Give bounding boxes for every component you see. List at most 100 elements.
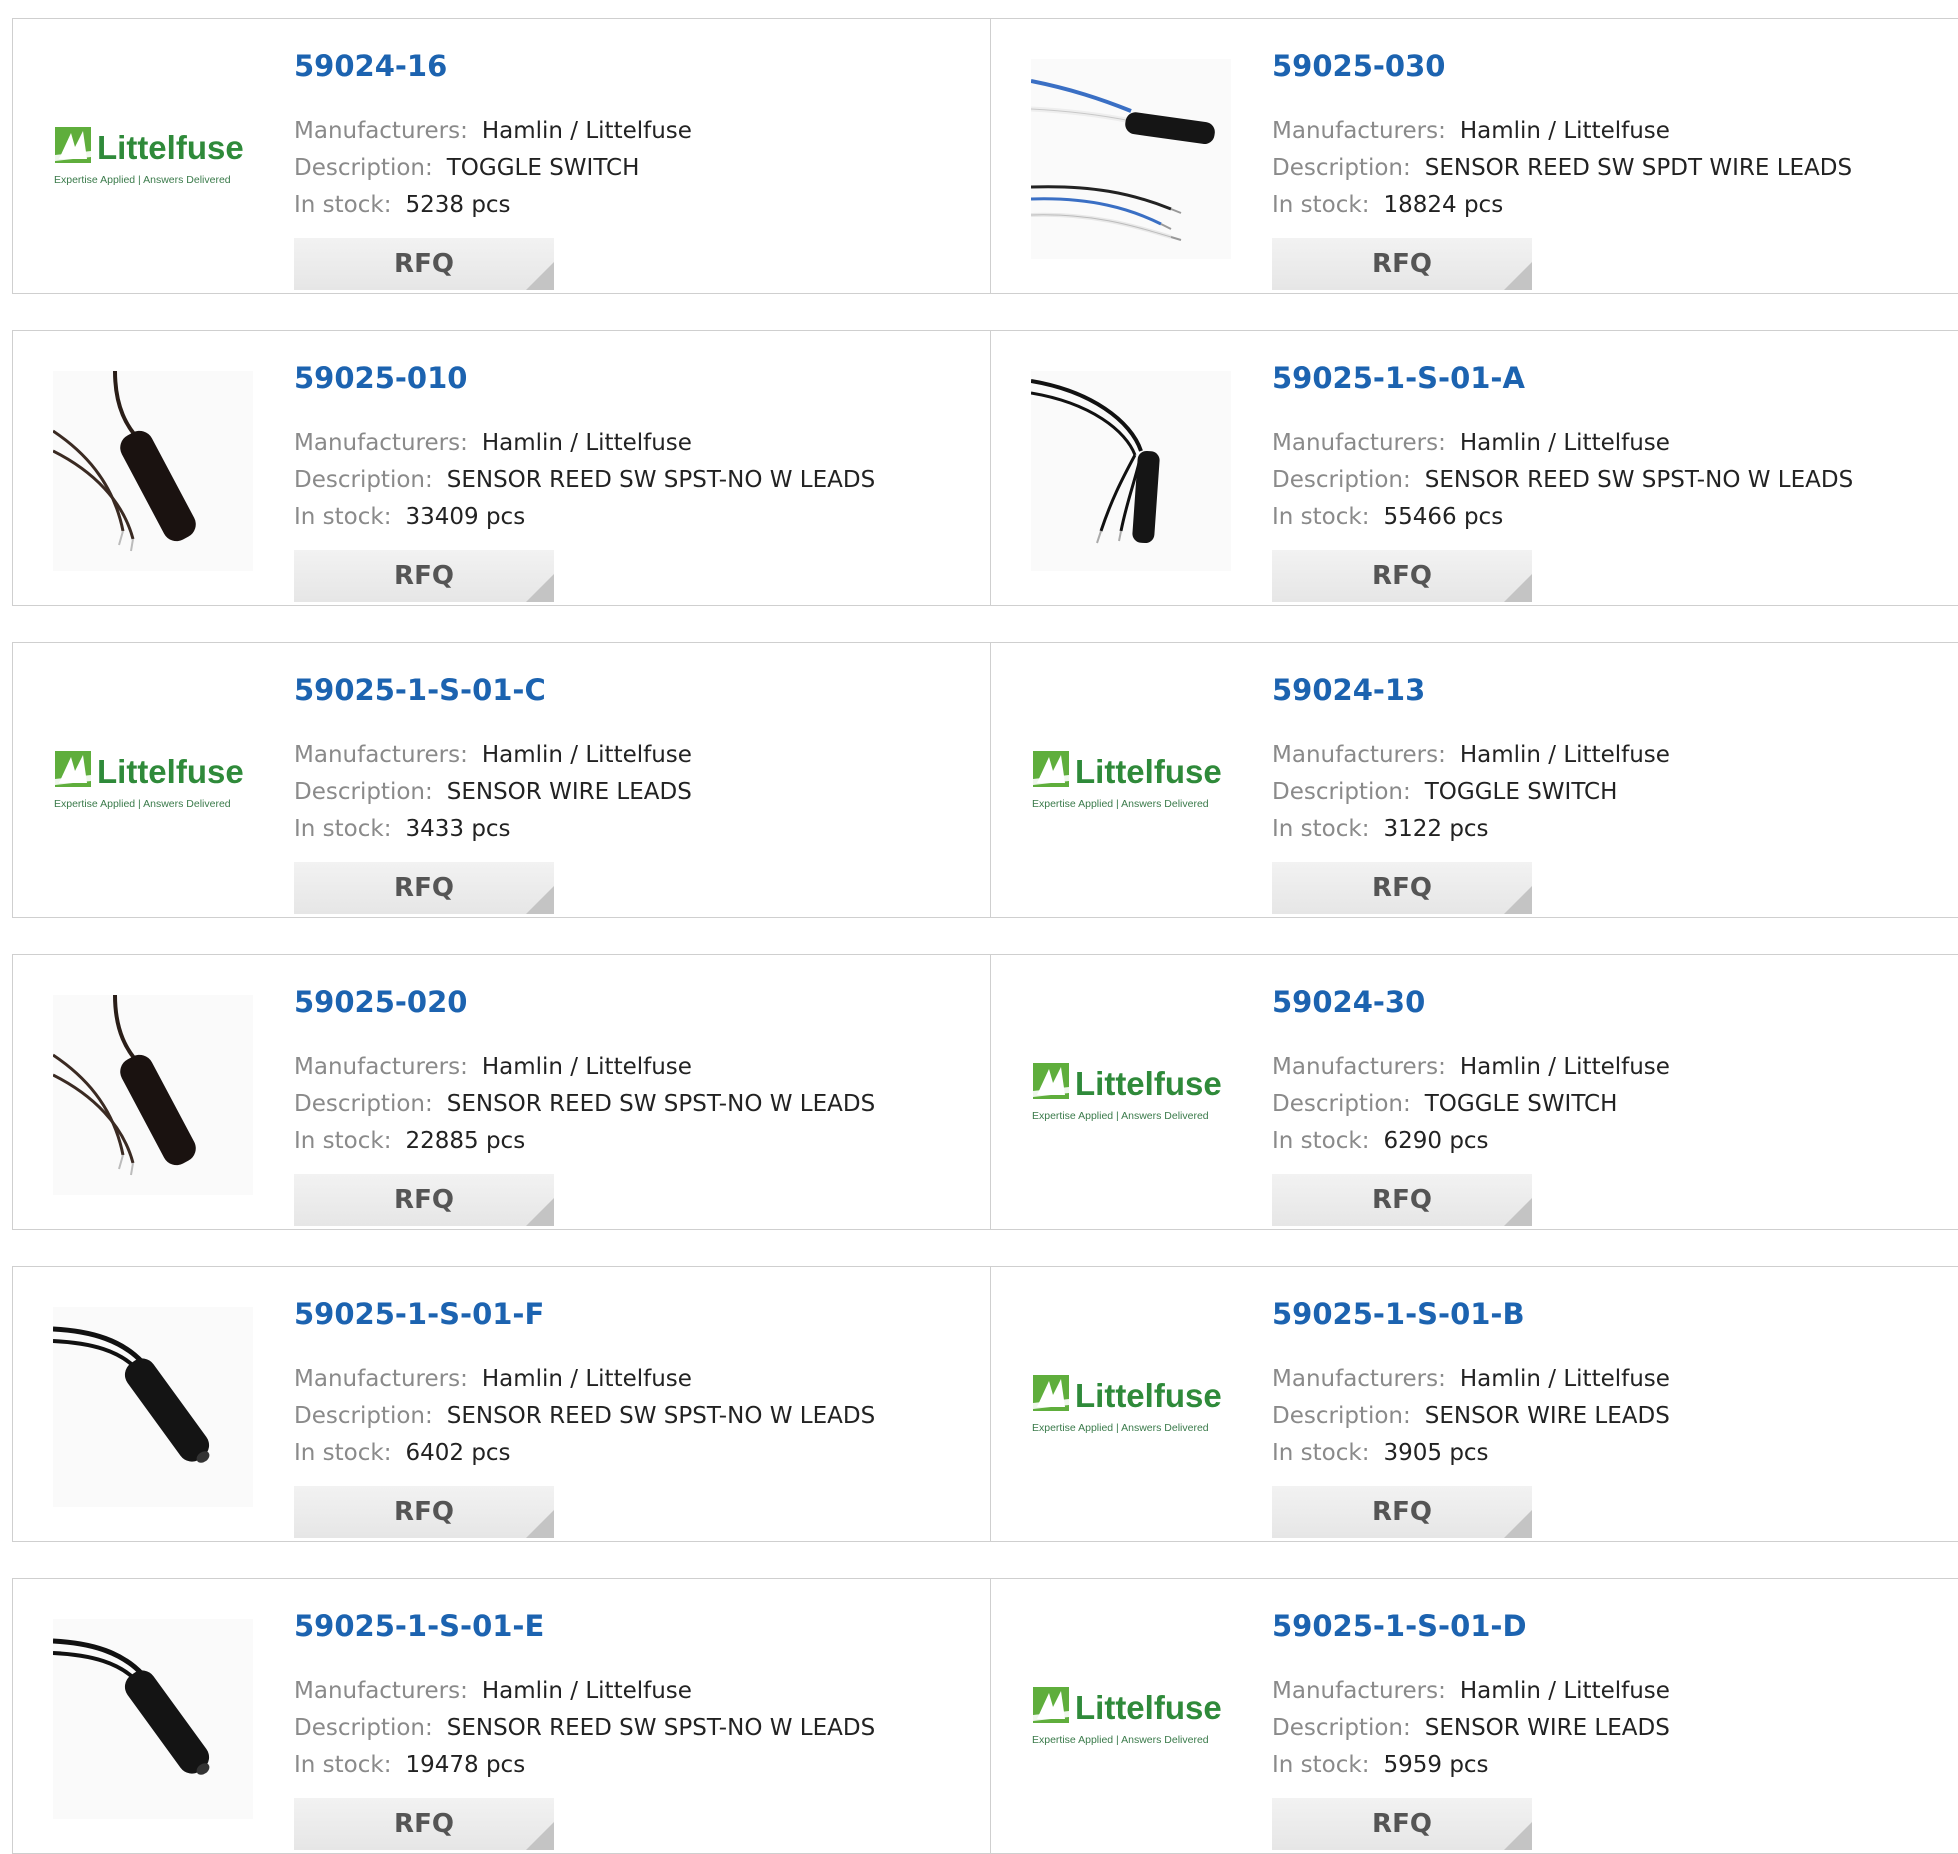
manufacturer-value: Hamlin / Littelfuse bbox=[1459, 118, 1670, 144]
stock-row: In stock: 22885 pcs bbox=[294, 1128, 525, 1154]
manufacturer-value: Hamlin / Littelfuse bbox=[1459, 430, 1670, 456]
product-image[interactable] bbox=[53, 1619, 253, 1819]
product-image[interactable] bbox=[1031, 59, 1231, 259]
rfq-button[interactable]: RFQ bbox=[1272, 550, 1532, 602]
part-number-link[interactable]: 59025-1-S-01-F bbox=[294, 1297, 544, 1331]
svg-text:Littelfuse: Littelfuse bbox=[1075, 1377, 1222, 1414]
stock-label: In stock: bbox=[1272, 1752, 1370, 1778]
description-label: Description: bbox=[294, 155, 433, 181]
part-number-link[interactable]: 59025-1-S-01-D bbox=[1272, 1609, 1527, 1643]
part-number-link[interactable]: 59025-1-S-01-B bbox=[1272, 1297, 1525, 1331]
part-number-link[interactable]: 59025-1-S-01-C bbox=[294, 673, 546, 707]
product-image[interactable]: Littelfuse Expertise Applied | Answers De… bbox=[53, 59, 253, 259]
rfq-label: RFQ bbox=[1372, 1809, 1432, 1839]
product-card-6: Littelfuse Expertise Applied | Answers De… bbox=[990, 642, 1958, 918]
rfq-button[interactable]: RFQ bbox=[294, 238, 554, 290]
product-image[interactable]: Littelfuse Expertise Applied | Answers De… bbox=[1031, 683, 1231, 883]
product-card-4: 59025-1-S-01-A Manufacturers: Hamlin / Li… bbox=[990, 330, 1958, 606]
part-number-link[interactable]: 59025-020 bbox=[294, 985, 467, 1019]
manufacturer-label: Manufacturers: bbox=[294, 1366, 468, 1392]
manufacturer-row: Manufacturers: Hamlin / Littelfuse bbox=[294, 1366, 692, 1392]
description-label: Description: bbox=[1272, 1091, 1411, 1117]
manufacturer-value: Hamlin / Littelfuse bbox=[481, 1366, 692, 1392]
corner-triangle-icon bbox=[526, 574, 554, 602]
corner-triangle-icon bbox=[526, 1822, 554, 1850]
part-number-link[interactable]: 59024-16 bbox=[294, 49, 447, 83]
description-row: Description: SENSOR REED SW SPST-NO W LEA… bbox=[294, 1715, 875, 1741]
stock-label: In stock: bbox=[1272, 816, 1370, 842]
svg-text:Expertise Applied | Answers De: Expertise Applied | Answers Delivered bbox=[1032, 798, 1209, 810]
littelfuse-logo-icon: Littelfuse Expertise Applied | Answers De… bbox=[54, 127, 244, 186]
manufacturer-value: Hamlin / Littelfuse bbox=[481, 430, 692, 456]
rfq-label: RFQ bbox=[1372, 873, 1432, 903]
description-row: Description: SENSOR REED SW SPDT WIRE LEA… bbox=[1272, 155, 1852, 181]
manufacturer-label: Manufacturers: bbox=[1272, 1054, 1446, 1080]
description-value: TOGGLE SWITCH bbox=[1424, 1091, 1618, 1117]
manufacturer-row: Manufacturers: Hamlin / Littelfuse bbox=[1272, 1678, 1670, 1704]
svg-text:Littelfuse: Littelfuse bbox=[1075, 1689, 1222, 1726]
product-card-3: 59025-010 Manufacturers: Hamlin / Littelf… bbox=[12, 330, 991, 606]
manufacturer-value: Hamlin / Littelfuse bbox=[481, 742, 692, 768]
manufacturer-value: Hamlin / Littelfuse bbox=[481, 1054, 692, 1080]
rfq-button[interactable]: RFQ bbox=[294, 862, 554, 914]
stock-label: In stock: bbox=[1272, 192, 1370, 218]
product-image[interactable] bbox=[53, 371, 253, 571]
manufacturer-row: Manufacturers: Hamlin / Littelfuse bbox=[294, 118, 692, 144]
reed-sensor-icon bbox=[1031, 59, 1231, 259]
part-number-link[interactable]: 59025-1-S-01-A bbox=[1272, 361, 1525, 395]
description-label: Description: bbox=[294, 467, 433, 493]
description-value: TOGGLE SWITCH bbox=[1424, 779, 1618, 805]
rfq-button[interactable]: RFQ bbox=[294, 1174, 554, 1226]
product-image[interactable] bbox=[1031, 371, 1231, 571]
description-label: Description: bbox=[1272, 1403, 1411, 1429]
description-row: Description: TOGGLE SWITCH bbox=[294, 155, 639, 181]
rfq-button[interactable]: RFQ bbox=[1272, 1486, 1532, 1538]
product-image[interactable]: Littelfuse Expertise Applied | Answers De… bbox=[1031, 1619, 1231, 1819]
description-label: Description: bbox=[294, 1715, 433, 1741]
product-card-12: Littelfuse Expertise Applied | Answers De… bbox=[990, 1578, 1958, 1854]
rfq-button[interactable]: RFQ bbox=[294, 550, 554, 602]
stock-value: 3905 pcs bbox=[1383, 1440, 1489, 1466]
rfq-button[interactable]: RFQ bbox=[1272, 238, 1532, 290]
reed-sensor-icon bbox=[53, 995, 253, 1195]
product-card-5: Littelfuse Expertise Applied | Answers De… bbox=[12, 642, 991, 918]
manufacturer-label: Manufacturers: bbox=[294, 1678, 468, 1704]
stock-row: In stock: 3433 pcs bbox=[294, 816, 511, 842]
reed-sensor-icon bbox=[53, 1619, 253, 1819]
product-image[interactable]: Littelfuse Expertise Applied | Answers De… bbox=[1031, 995, 1231, 1195]
manufacturer-label: Manufacturers: bbox=[294, 430, 468, 456]
rfq-button[interactable]: RFQ bbox=[1272, 1174, 1532, 1226]
product-image[interactable] bbox=[53, 1307, 253, 1507]
part-number-link[interactable]: 59024-30 bbox=[1272, 985, 1425, 1019]
part-number-link[interactable]: 59024-13 bbox=[1272, 673, 1425, 707]
rfq-button[interactable]: RFQ bbox=[294, 1798, 554, 1850]
product-image[interactable]: Littelfuse Expertise Applied | Answers De… bbox=[1031, 1307, 1231, 1507]
svg-text:Expertise Applied | Answers De: Expertise Applied | Answers Delivered bbox=[1032, 1422, 1209, 1434]
corner-triangle-icon bbox=[526, 886, 554, 914]
stock-value: 6402 pcs bbox=[405, 1440, 511, 1466]
rfq-button[interactable]: RFQ bbox=[1272, 862, 1532, 914]
product-image[interactable] bbox=[53, 995, 253, 1195]
svg-text:Expertise Applied | Answers De: Expertise Applied | Answers Delivered bbox=[1032, 1734, 1209, 1746]
product-image[interactable]: Littelfuse Expertise Applied | Answers De… bbox=[53, 683, 253, 883]
rfq-label: RFQ bbox=[394, 249, 454, 279]
description-label: Description: bbox=[1272, 467, 1411, 493]
rfq-label: RFQ bbox=[1372, 561, 1432, 591]
description-label: Description: bbox=[1272, 155, 1411, 181]
rfq-button[interactable]: RFQ bbox=[1272, 1798, 1532, 1850]
rfq-button[interactable]: RFQ bbox=[294, 1486, 554, 1538]
corner-triangle-icon bbox=[1504, 1510, 1532, 1538]
stock-label: In stock: bbox=[294, 1752, 392, 1778]
stock-value: 5959 pcs bbox=[1383, 1752, 1489, 1778]
part-number-link[interactable]: 59025-1-S-01-E bbox=[294, 1609, 544, 1643]
part-number-link[interactable]: 59025-010 bbox=[294, 361, 467, 395]
stock-label: In stock: bbox=[1272, 1440, 1370, 1466]
part-number-link[interactable]: 59025-030 bbox=[1272, 49, 1445, 83]
product-card-1: Littelfuse Expertise Applied | Answers De… bbox=[12, 18, 991, 294]
littelfuse-logo-icon: Littelfuse Expertise Applied | Answers De… bbox=[1032, 751, 1222, 810]
rfq-label: RFQ bbox=[1372, 1185, 1432, 1215]
corner-triangle-icon bbox=[526, 1198, 554, 1226]
manufacturer-row: Manufacturers: Hamlin / Littelfuse bbox=[1272, 742, 1670, 768]
description-row: Description: SENSOR WIRE LEADS bbox=[294, 779, 692, 805]
description-value: TOGGLE SWITCH bbox=[446, 155, 640, 181]
